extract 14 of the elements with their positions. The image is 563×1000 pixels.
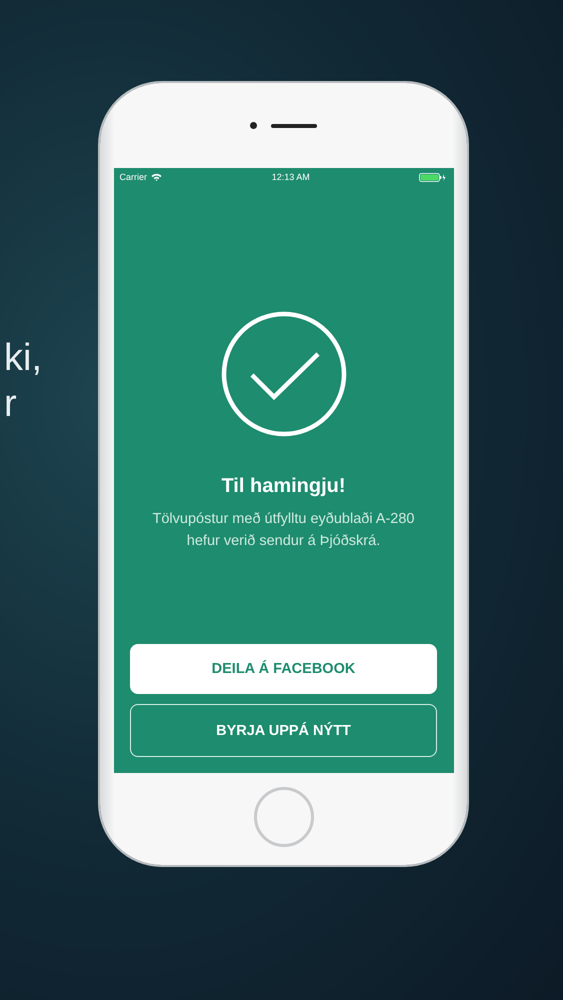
checkmark-circle-icon — [220, 311, 346, 437]
headline-text: ki, — [4, 336, 43, 381]
camera-icon — [250, 122, 257, 129]
wifi-icon — [151, 173, 162, 181]
carrier-label: Carrier — [120, 172, 148, 182]
headline-text: r — [4, 382, 18, 427]
success-message: Tölvupóstur með útfylltu eyðublaði A-280 hefur verið sendur á Þjóðskrá. — [152, 510, 416, 551]
clock-label: 12:13 AM — [272, 172, 310, 182]
speaker-icon — [271, 124, 317, 128]
battery-icon — [419, 172, 448, 182]
home-button[interactable] — [254, 787, 314, 847]
share-button[interactable]: DEILA Á FACEBOOK — [130, 644, 437, 694]
restart-button[interactable]: BYRJA UPPÁ NÝTT — [130, 704, 437, 757]
success-title: Til hamingju! — [221, 475, 346, 498]
